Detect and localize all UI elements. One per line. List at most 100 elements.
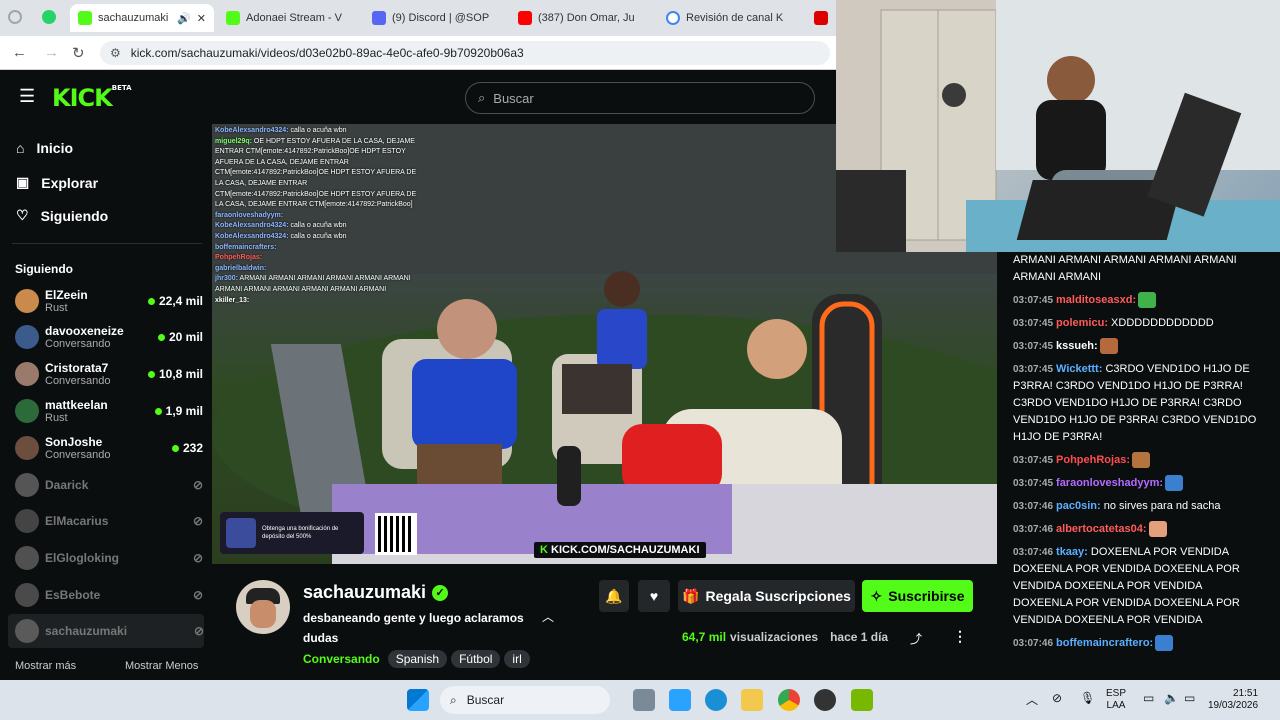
chevron-up-icon[interactable]: ︿ xyxy=(542,608,554,625)
chrome-icon[interactable] xyxy=(778,689,800,711)
chevron-up-icon[interactable]: ︿ xyxy=(1026,691,1038,708)
chat-username[interactable]: PohpehRojas: xyxy=(1056,454,1130,466)
browser-tab[interactable] xyxy=(806,4,836,32)
browser-tab-active[interactable]: sachauzumaki - 🔊 ✕ xyxy=(70,4,214,32)
browser-tab[interactable]: Revisión de canal K xyxy=(658,4,802,32)
follow-button[interactable]: ♥ xyxy=(638,580,670,612)
address-bar-row: ← → ↻ ⚙ kick.com/sachauzumaki/videos/d03… xyxy=(0,36,836,70)
overlay-chat-line: faraonloveshadyym: xyxy=(215,211,420,222)
file-explorer-icon[interactable] xyxy=(741,689,763,711)
followed-channel[interactable]: davooxeneize Conversando 20 mil xyxy=(15,320,203,354)
chat-username[interactable]: tkaay: xyxy=(1056,546,1088,558)
overlay-chat-text: OE HDPT ESTOY AFUERA DE LA CASA, DEJAME … xyxy=(215,137,417,209)
followed-channel-offline[interactable]: ElMacarius ⊘ xyxy=(15,504,203,538)
taskbar-search[interactable]: ⌕ Buscar xyxy=(440,686,610,714)
gift-box-icon xyxy=(226,518,256,548)
chat-username[interactable]: malditoseasxd: xyxy=(1056,294,1136,306)
browser-tab[interactable]: (387) Don Omar, Ju xyxy=(510,4,654,32)
reload-icon[interactable]: ↻ xyxy=(72,44,85,62)
notification-bell-button[interactable]: 🔔 xyxy=(599,580,629,612)
chat-timestamp: 03:07:45 xyxy=(1013,295,1054,306)
stream-info: sachauzumaki ✓ desbaneando gente y luego… xyxy=(212,564,997,680)
channel-name: Cristorata7 xyxy=(45,360,109,375)
show-more-button[interactable]: Mostrar más xyxy=(15,660,76,672)
language-indicator[interactable]: ESP LAA xyxy=(1106,688,1126,712)
heart-icon: ♥ xyxy=(649,588,659,604)
close-tab-icon[interactable]: ✕ xyxy=(197,12,206,25)
subscribe-button[interactable]: ✧ Suscribirse xyxy=(862,580,973,612)
streamer-avatar[interactable] xyxy=(236,580,290,634)
share-icon[interactable]: ⤴ xyxy=(910,630,922,647)
windows-start-icon[interactable] xyxy=(407,689,429,711)
category-link[interactable]: Conversando xyxy=(303,652,380,666)
browser-tab[interactable]: Adonaei Stream - V xyxy=(218,4,362,32)
channel-category: Rust xyxy=(45,301,68,314)
tag-chip[interactable]: Fútbol xyxy=(451,650,501,668)
clock-date: 19/03/2026 xyxy=(1208,700,1259,711)
kick-logo[interactable]: KICKBETA xyxy=(52,84,132,112)
app-icon[interactable] xyxy=(669,689,691,711)
sidebar-item-explorar[interactable]: ▣ Explorar xyxy=(16,174,98,191)
more-options-icon[interactable]: ⋮ xyxy=(953,628,967,645)
chat-username[interactable]: polemicu: xyxy=(1056,317,1108,329)
chat-message: 03:07:46 boffemaincraftero: xyxy=(1013,635,1264,652)
sidebar-item-inicio[interactable]: ⌂ Inicio xyxy=(16,140,73,156)
nvidia-icon[interactable] xyxy=(851,689,873,711)
show-less-button[interactable]: Mostrar Menos xyxy=(125,660,198,672)
whatsapp-icon[interactable] xyxy=(8,10,22,24)
nav-label: Inicio xyxy=(36,140,74,156)
url-text: kick.com/sachauzumaki/videos/d03e02b0-89… xyxy=(130,46,524,60)
chat-timestamp: 03:07:46 xyxy=(1013,501,1054,512)
followed-channel[interactable]: mattkeelan Rust 1,9 mil xyxy=(15,394,203,428)
edge-icon[interactable] xyxy=(705,689,727,711)
monitor-icon[interactable]: ▭ xyxy=(1143,691,1154,705)
whatsapp-icon[interactable] xyxy=(42,10,56,24)
avatar xyxy=(15,325,39,349)
streamer-name[interactable]: sachauzumaki ✓ xyxy=(303,582,449,603)
followed-channel-offline[interactable]: EsBebote ⊘ xyxy=(15,578,203,612)
microphone-icon[interactable]: 🎙 xyxy=(1080,691,1095,705)
network-off-icon[interactable]: ⊘ xyxy=(1052,691,1062,705)
task-view-icon[interactable] xyxy=(633,689,655,711)
battery-icon[interactable]: ▭ xyxy=(1184,691,1195,705)
forward-icon[interactable]: → xyxy=(44,44,59,61)
chat-username[interactable]: pac0sin: xyxy=(1056,500,1101,512)
followed-channel-offline[interactable]: sachauzumaki ⊘ xyxy=(8,614,204,648)
chat-timestamp: 03:07:45 xyxy=(1013,318,1054,329)
followed-channel-offline[interactable]: ElGlogloking ⊘ xyxy=(15,541,203,575)
site-info-icon[interactable]: ⚙ xyxy=(110,46,121,60)
obs-icon[interactable] xyxy=(814,689,836,711)
search-input[interactable]: ⌕ Buscar xyxy=(465,82,815,114)
chat-username[interactable]: Wickettt: xyxy=(1056,363,1102,375)
back-icon[interactable]: ← xyxy=(12,44,27,61)
promo-text: Obtenga una bonificación de depósito del… xyxy=(262,526,339,540)
channel-name: ElMacarius xyxy=(45,514,109,528)
chat-username[interactable]: kssueh: xyxy=(1056,340,1098,352)
tag-chip[interactable]: Spanish xyxy=(387,650,448,668)
stream-overlay-chat: KobeAlexsandro4324: calla o acuña wbn mi… xyxy=(215,126,420,306)
tag-chip[interactable]: irl xyxy=(504,650,530,668)
url-field[interactable]: ⚙ kick.com/sachauzumaki/videos/d03e02b0-… xyxy=(100,41,830,65)
hamburger-menu-icon[interactable]: ☰ xyxy=(19,86,35,107)
followed-channel[interactable]: SonJoshe Conversando 232 xyxy=(15,431,203,465)
chat-message: 03:07:45 malditoseasxd: xyxy=(1013,292,1264,309)
overlay-chat-user: miguel29q: xyxy=(215,137,252,145)
sidebar-item-siguiendo[interactable]: ♡ Siguiendo xyxy=(16,207,108,224)
overlay-chat-line: KobeAlexsandro4324: calla o acuña wbn xyxy=(215,221,420,232)
tab-label: (9) Discord | @SOP xyxy=(392,12,490,24)
gift-subs-label: Regala Suscripciones xyxy=(705,588,851,604)
clock[interactable]: 21:51 19/03/2026 xyxy=(1208,688,1258,712)
followed-channel[interactable]: Cristorata7 Conversando 10,8 mil xyxy=(15,357,203,391)
streamer-name-text: sachauzumaki xyxy=(303,582,427,602)
gift-subs-button[interactable]: 🎁 Regala Suscripciones xyxy=(678,580,855,612)
browser-tab[interactable]: (9) Discord | @SOP xyxy=(364,4,508,32)
chat-username[interactable]: faraonloveshadyym: xyxy=(1056,477,1163,489)
channel-category: Conversando xyxy=(45,448,111,461)
volume-icon[interactable]: 🔈 xyxy=(1164,691,1179,705)
followed-channel[interactable]: ElZeein Rust 22,4 mil xyxy=(15,284,203,318)
overlay-chat-user: gabrielbaldwin: xyxy=(215,264,267,272)
followed-channel-offline[interactable]: Daarick ⊘ xyxy=(15,468,203,502)
chat-username[interactable]: boffemaincraftero: xyxy=(1056,637,1153,649)
chat-username[interactable]: albertocatetas04: xyxy=(1056,523,1147,535)
sparkle-icon: ✧ xyxy=(870,587,883,604)
